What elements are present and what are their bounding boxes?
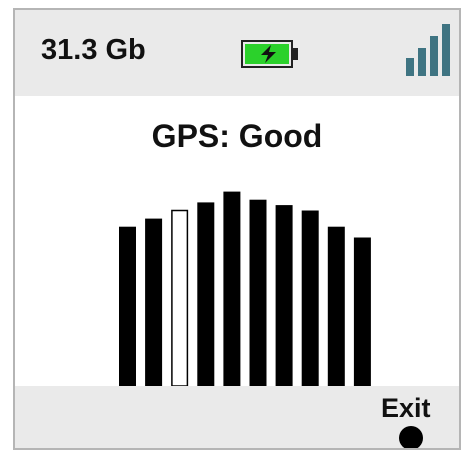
signal-bars-icon bbox=[406, 24, 450, 76]
signal-bar bbox=[145, 218, 163, 386]
signal-bar bbox=[327, 226, 345, 386]
storage-readout: 31.3 Gb bbox=[41, 34, 146, 66]
signal-bar bbox=[197, 202, 215, 386]
signal-bar bbox=[353, 237, 371, 386]
signal-bar bbox=[249, 199, 267, 386]
signal-bar bbox=[301, 210, 319, 386]
bottom-bar: Exit bbox=[15, 386, 459, 448]
satellite-signal-chart bbox=[119, 191, 371, 386]
signal-bar bbox=[223, 191, 241, 386]
exit-label[interactable]: Exit bbox=[381, 392, 431, 424]
signal-bar bbox=[119, 226, 136, 386]
device-screen: 31.3 Gb GPS: Good Exit bbox=[13, 8, 461, 450]
signal-bar bbox=[275, 205, 293, 386]
gps-panel: GPS: Good bbox=[15, 96, 459, 386]
status-bar: 31.3 Gb bbox=[15, 10, 459, 96]
exit-dot-icon[interactable] bbox=[399, 426, 423, 448]
battery-charging-icon bbox=[241, 40, 298, 68]
signal-bar-selected bbox=[171, 209, 189, 386]
